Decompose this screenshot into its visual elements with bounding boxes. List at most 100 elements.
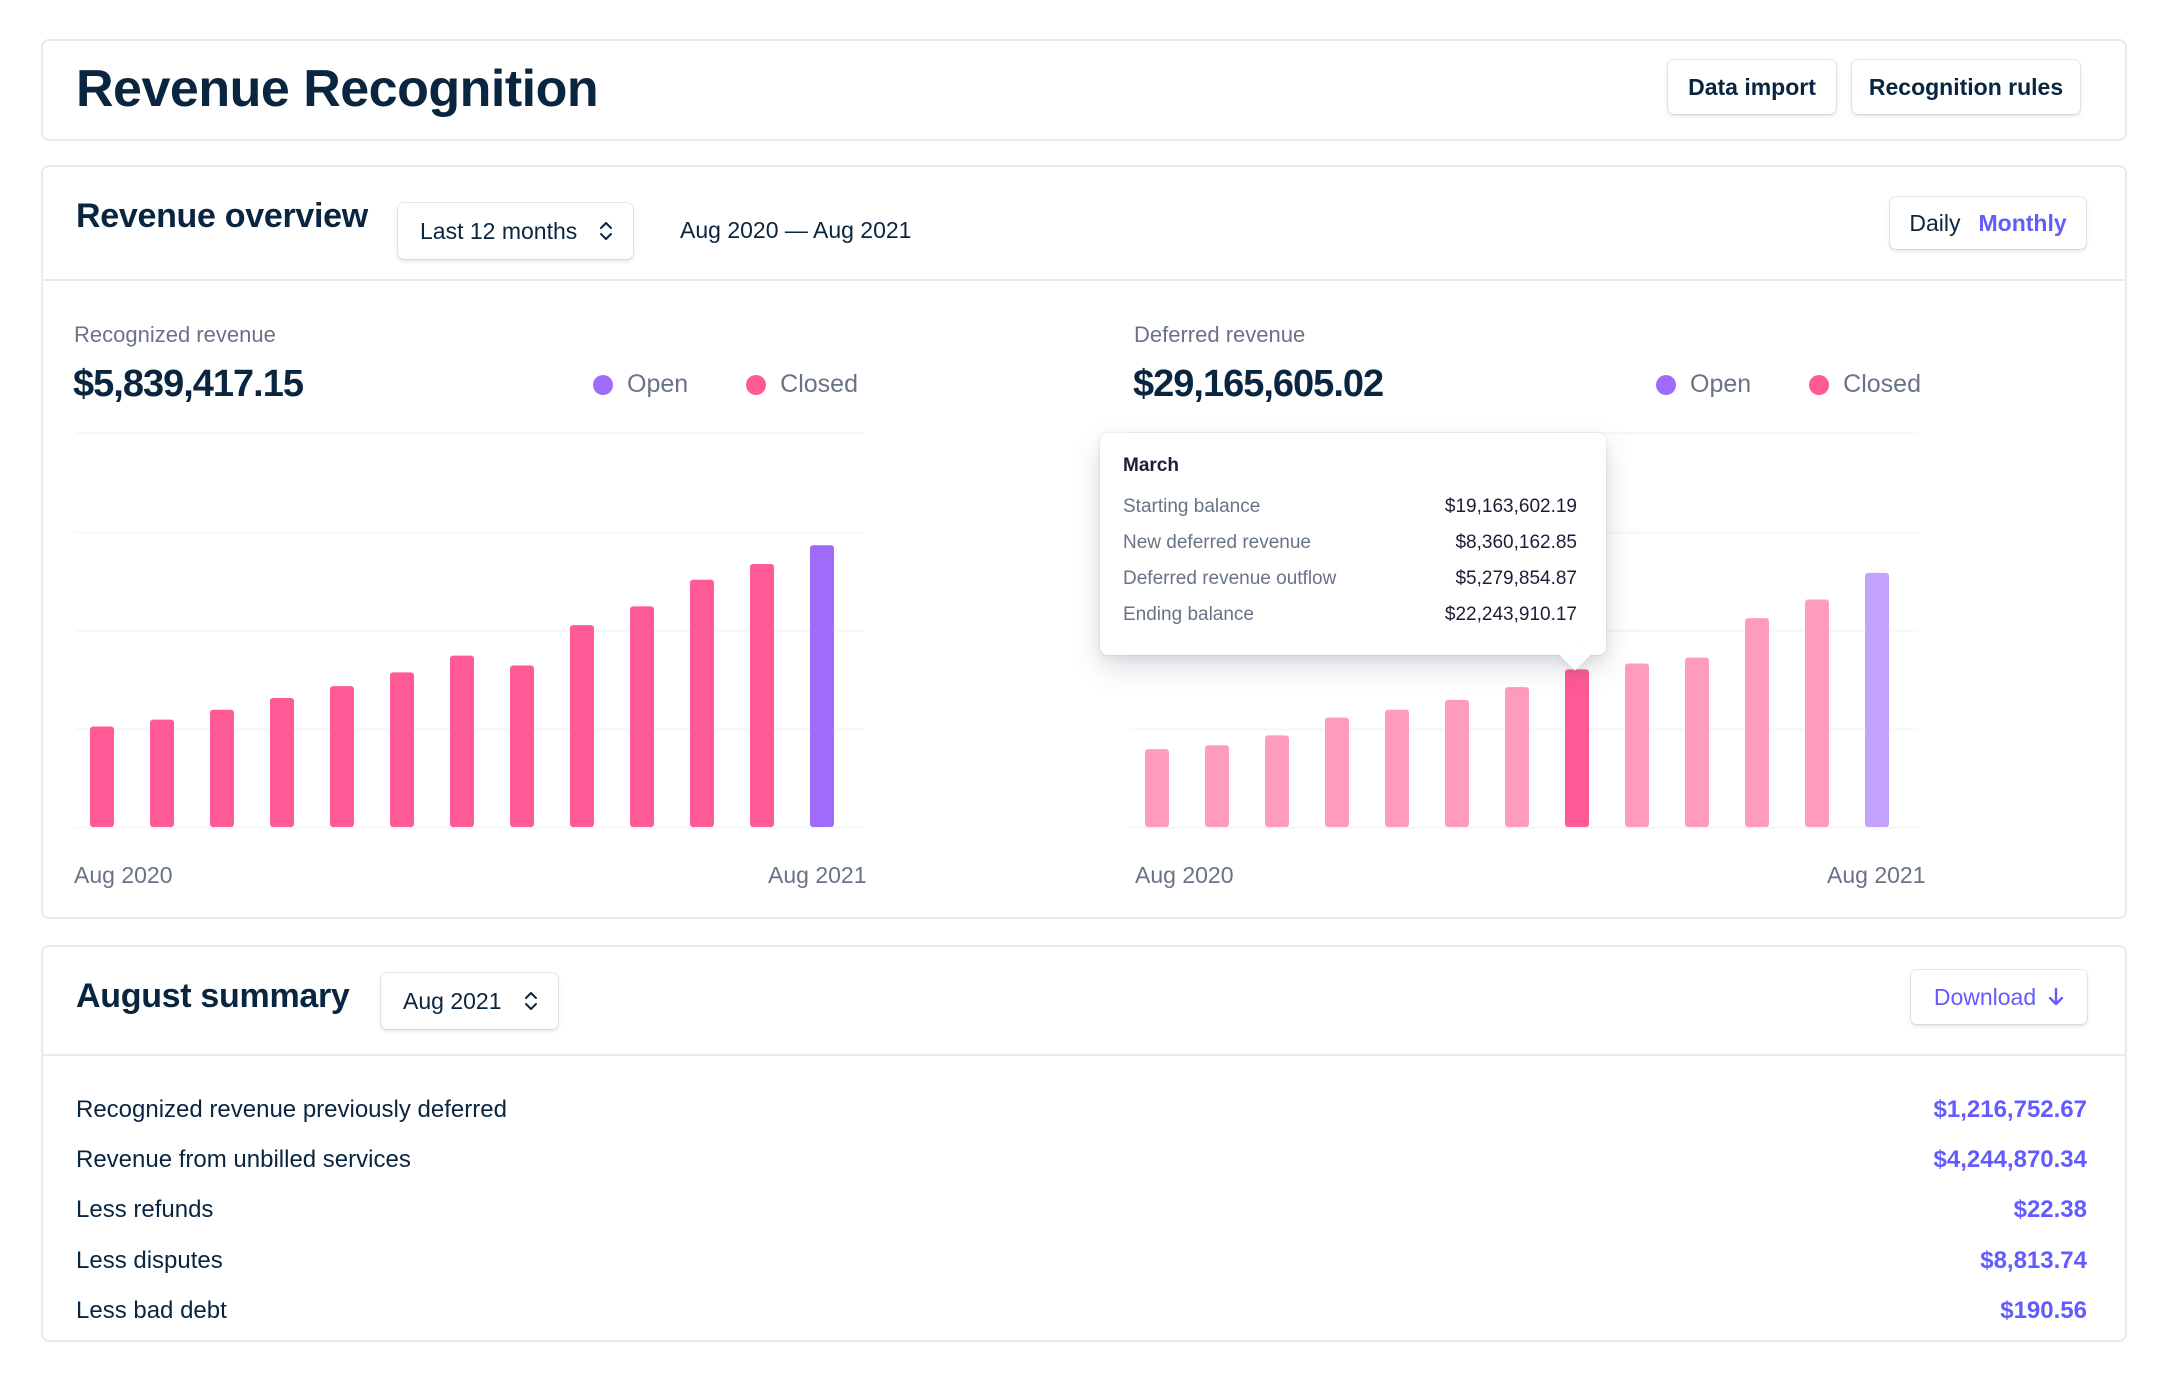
tooltip-row: New deferred revenue $8,360,162.85 [1123,532,1577,554]
deferred-revenue-label: Deferred revenue [1134,322,1306,347]
bar-apr-2021[interactable] [570,625,594,827]
bar-aug-2021[interactable] [810,545,834,827]
bar-aug-2020[interactable] [90,726,114,827]
legend-closed: Closed [746,370,858,399]
bar-may-2021[interactable] [630,606,654,827]
summary-row: Revenue from unbilled services $4,244,87… [76,1142,2087,1178]
bar-jan-2021[interactable] [390,672,414,827]
legend-open-label: Open [627,370,689,398]
legend-open-dot [1656,374,1676,395]
bar-nov-2020[interactable] [270,697,294,827]
tooltip-title: March [1123,455,1179,476]
tooltip-row-value: $22,243,910.17 [1444,604,1577,625]
summary-header-divider [43,1054,2125,1056]
page-header-card: Revenue Recognition Data import Recognit… [41,39,2127,141]
tooltip-row-label: Ending balance [1123,604,1254,625]
summary-row-label: Revenue from unbilled services [76,1146,411,1173]
summary-row-label: Recognized revenue previously deferred [76,1096,507,1123]
summary-period-select[interactable]: Aug 2021 [381,973,558,1029]
legend-closed-dot [746,374,767,395]
download-button-label: Download [1933,983,2037,1010]
x-axis-end-label: Aug 2021 [1827,862,1926,888]
download-button[interactable]: Download [1911,970,2087,1024]
bar-jun-2021[interactable] [1745,618,1769,827]
recognition-rules-button[interactable]: Recognition rules [1852,60,2080,114]
summary-row-value: $8,813.74 [1980,1247,2087,1274]
legend-closed-dot [1809,374,1830,395]
tooltip-row: Ending balance $22,243,910.17 [1123,604,1577,626]
tooltip-row-value: $19,163,602.19 [1444,496,1577,517]
chart-tooltip: March Starting balance $19,163,602.19 Ne… [1100,433,1606,671]
x-axis-start-label: Aug 2020 [1135,862,1234,888]
august-summary-card: August summary Aug 2021 Download Recogni… [41,945,2127,1342]
summary-row-label: Less refunds [76,1196,214,1223]
section-title-august-summary: August summary [76,977,350,1015]
x-axis-end-label: Aug 2021 [768,862,867,888]
summary-row-value: $22.38 [2013,1196,2087,1223]
tooltip-row-label: Starting balance [1123,496,1261,517]
bar-mar-2021[interactable] [1565,669,1589,827]
recognized-revenue-bars [74,432,864,829]
page-title: Revenue Recognition [76,60,599,118]
legend-open-dot [593,374,613,395]
chevron-up-down-icon [600,222,612,240]
chevron-up-down-icon [525,992,537,1010]
summary-row: Recognized revenue previously deferred $… [76,1092,2087,1128]
toggle-monthly[interactable]: Monthly [1978,210,2066,237]
data-import-button[interactable]: Data import [1668,60,1836,114]
legend-closed: Closed [1809,370,1921,399]
bar-mar-2021[interactable] [510,665,534,827]
bar-sep-2020[interactable] [1205,745,1229,827]
bar-jul-2021[interactable] [750,564,774,827]
summary-row-value: $4,244,870.34 [1933,1146,2087,1173]
period-select[interactable]: Last 12 months [398,203,633,259]
legend-closed-label: Closed [1843,370,1921,398]
deferred-legend: Open Closed [1656,370,1921,399]
section-title-revenue-overview: Revenue overview [76,197,368,235]
bar-sep-2020[interactable] [150,719,174,827]
period-select-value: Last 12 months [420,217,578,244]
legend-open: Open [593,370,688,399]
bar-feb-2021[interactable] [450,655,474,827]
bar-aug-2021[interactable] [1865,572,1889,827]
bar-apr-2021[interactable] [1625,663,1649,827]
recognized-revenue-total: $5,839,417.15 [73,363,304,405]
arrow-down-icon [2048,987,2064,1006]
deferred-revenue-total: $29,165,605.02 [1133,363,1384,405]
granularity-toggle[interactable]: Daily Monthly [1890,197,2086,249]
summary-row-value: $1,216,752.67 [1933,1096,2087,1123]
tooltip-row-label: New deferred revenue [1123,532,1311,553]
bar-may-2021[interactable] [1685,657,1709,827]
x-axis-start-label: Aug 2020 [74,862,173,888]
tooltip-row-label: Deferred revenue outflow [1123,568,1337,589]
tooltip-row-value: $5,279,854.87 [1455,568,1577,589]
summary-row-value: $190.56 [2000,1297,2087,1324]
bar-aug-2020[interactable] [1145,749,1169,827]
bar-jun-2021[interactable] [690,579,714,827]
summary-row: Less disputes $8,813.74 [76,1243,2087,1279]
legend-open: Open [1656,370,1751,399]
bar-oct-2020[interactable] [1265,735,1289,827]
tooltip-row: Deferred revenue outflow $5,279,854.87 [1123,568,1577,590]
summary-period-select-value: Aug 2021 [403,987,502,1014]
summary-row-label: Less bad debt [76,1297,227,1324]
date-range-text: Aug 2020 — Aug 2021 [680,217,912,243]
summary-row: Less refunds $22.38 [76,1192,2087,1228]
bar-dec-2020[interactable] [1385,709,1409,827]
tooltip-row: Starting balance $19,163,602.19 [1123,496,1577,518]
bar-feb-2021[interactable] [1505,687,1529,827]
bar-nov-2020[interactable] [1325,717,1349,827]
bar-jul-2021[interactable] [1805,599,1829,827]
legend-open-label: Open [1690,370,1752,398]
bar-dec-2020[interactable] [330,686,354,827]
bar-jan-2021[interactable] [1445,699,1469,827]
summary-row: Less bad debt $190.56 [76,1293,2087,1329]
summary-row-label: Less disputes [76,1247,223,1274]
tooltip-row-value: $8,360,162.85 [1455,532,1577,553]
legend-closed-label: Closed [780,370,858,398]
recognized-revenue-chart [74,432,864,829]
recognized-legend: Open Closed [593,370,858,399]
bar-oct-2020[interactable] [210,709,234,827]
overview-header-divider [43,279,2125,281]
toggle-daily[interactable]: Daily [1909,210,1960,237]
